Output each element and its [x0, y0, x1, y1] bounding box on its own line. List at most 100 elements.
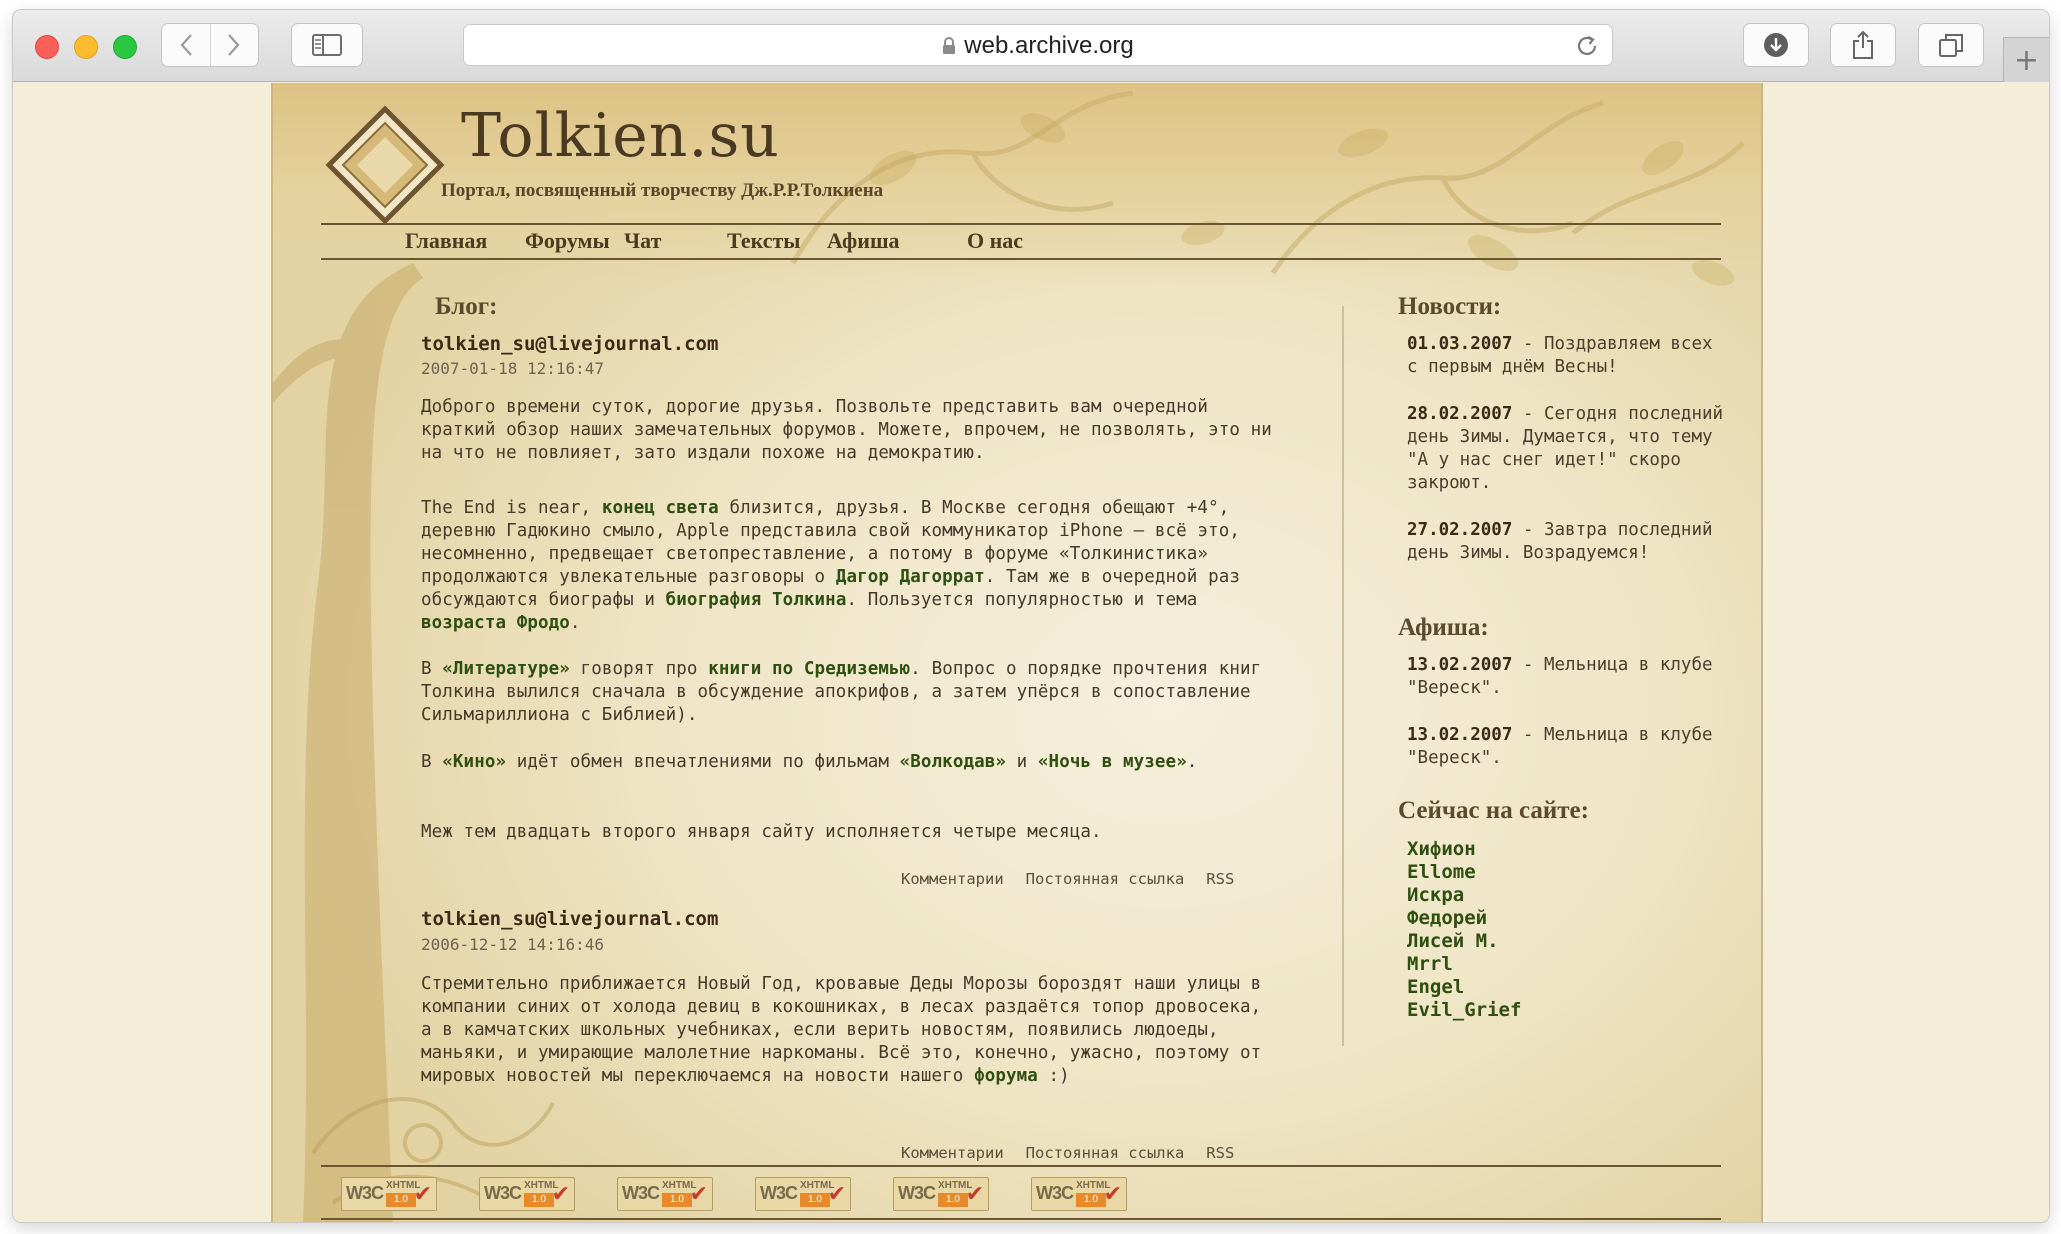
afisha-item: 13.02.2007 - Мельница в клубе "Вереск".: [1407, 655, 1713, 698]
post-1-paragraph-1: Доброго времени суток, дорогие друзья. П…: [421, 397, 1272, 463]
address-bar[interactable]: web.archive.org: [463, 24, 1613, 66]
post-1-paragraph-2: The End is near, конец света близится, д…: [421, 498, 1240, 633]
page-viewport: Tolkien.su Портал, посвященный творчеств…: [13, 83, 2049, 1222]
link-literature-forum[interactable]: «Литературе»: [442, 659, 570, 679]
version-label: 1.0: [800, 1193, 830, 1207]
browser-toolbar: web.archive.org +: [13, 10, 2049, 82]
w3c-xhtml-badge[interactable]: W3C XHTML 1.0 ✔: [341, 1177, 437, 1211]
download-icon: [1764, 33, 1788, 57]
chevron-left-icon: [180, 34, 192, 56]
checkmark-icon: ✔: [413, 1182, 432, 1207]
link-tolkien-biography[interactable]: биография Толкина: [666, 590, 847, 610]
online-user[interactable]: Федорей: [1407, 907, 1521, 930]
online-user[interactable]: Искра: [1407, 884, 1521, 907]
online-users-list: Хифион Ellome Искра Федорей Лисей М. Mrr…: [1407, 838, 1521, 1022]
sidebar-toggle-button[interactable]: [291, 23, 363, 67]
afisha-item: 13.02.2007 - Мельница в клубе "Вереск".: [1407, 725, 1713, 768]
link-dagor-dagorath[interactable]: Дагор Дагоррат: [836, 567, 985, 587]
share-icon: [1853, 30, 1873, 59]
back-button[interactable]: [162, 24, 210, 66]
w3c-xhtml-badge[interactable]: W3C XHTML 1.0 ✔: [1031, 1177, 1127, 1211]
post-1-date: 2007-01-18 12:16:47: [421, 359, 605, 378]
version-label: 1.0: [938, 1193, 968, 1207]
nav-divider-top: [321, 223, 1721, 225]
footer-divider-top: [321, 1165, 1721, 1167]
browser-window: web.archive.org + Tolkien.su Портал, пос…: [13, 10, 2049, 1222]
url-text: web.archive.org: [964, 32, 1134, 59]
post-2-comments-link[interactable]: Комментарии: [901, 1144, 1004, 1162]
downloads-button[interactable]: [1743, 23, 1809, 67]
online-user[interactable]: Engel: [1407, 976, 1521, 999]
link-end-of-world[interactable]: конец света: [602, 498, 719, 518]
zoom-window-button[interactable]: [113, 35, 137, 59]
post-2-paragraph-1: Стремительно приближается Новый Год, кро…: [421, 974, 1262, 1086]
online-user[interactable]: Хифион: [1407, 838, 1521, 861]
nav-item-about[interactable]: О нас: [967, 228, 1023, 254]
nav-item-chat[interactable]: Чат: [624, 228, 661, 254]
site-subtitle: Портал, посвященный творчеству Дж.Р.Р.То…: [441, 180, 884, 201]
version-label: 1.0: [1076, 1193, 1106, 1207]
w3c-logo-text: W3C: [484, 1183, 522, 1203]
online-user[interactable]: Ellome: [1407, 861, 1521, 884]
post-2-permalink[interactable]: Постоянная ссылка: [1026, 1144, 1185, 1162]
post-2-date: 2006-12-12 14:16:46: [421, 935, 605, 954]
news-heading: Новости:: [1398, 293, 1502, 320]
w3c-logo-text: W3C: [622, 1183, 660, 1203]
link-frodo-age[interactable]: возраста Фродо: [421, 613, 570, 633]
address-content: web.archive.org: [464, 25, 1612, 67]
online-user[interactable]: Evil_Grief: [1407, 999, 1521, 1022]
post-1-paragraph-4: В «Кино» идёт обмен впечатлениями по фил…: [421, 752, 1198, 772]
plus-icon: +: [2013, 42, 2040, 78]
post-1-permalink[interactable]: Постоянная ссылка: [1026, 870, 1185, 888]
post-1-paragraph-3: В «Литературе» говорят про книги по Сред…: [421, 659, 1262, 725]
tabs-overview-button[interactable]: [1918, 23, 1984, 67]
link-night-at-museum[interactable]: «Ночь в музее»: [1038, 752, 1187, 772]
nav-item-home[interactable]: Главная: [405, 228, 487, 254]
nav-item-afisha[interactable]: Афиша: [827, 228, 900, 254]
checkmark-icon: ✔: [551, 1182, 570, 1207]
link-volkodav[interactable]: «Волкодав»: [900, 752, 1006, 772]
post-1-rss-link[interactable]: RSS: [1206, 870, 1234, 888]
news-item: 27.02.2007 - Завтра последний день Зимы.…: [1407, 520, 1713, 563]
nav-item-texts[interactable]: Тексты: [727, 228, 800, 254]
minimize-window-button[interactable]: [74, 35, 98, 59]
online-heading: Сейчас на сайте:: [1398, 797, 1589, 824]
site-logo-icon: [325, 105, 445, 225]
footer-divider-bottom: [321, 1218, 1721, 1220]
new-tab-button[interactable]: +: [2003, 37, 2049, 82]
w3c-xhtml-badge[interactable]: W3C XHTML 1.0 ✔: [479, 1177, 575, 1211]
w3c-logo-text: W3C: [760, 1183, 798, 1203]
post-1-meta: Комментарии Постоянная ссылка RSS: [901, 870, 1301, 888]
link-middle-earth-books[interactable]: книги по Средиземью: [708, 659, 910, 679]
w3c-xhtml-badge[interactable]: W3C XHTML 1.0 ✔: [755, 1177, 851, 1211]
post-1-author[interactable]: tolkien_su@livejournal.com: [421, 333, 718, 355]
share-button[interactable]: [1830, 23, 1896, 67]
online-user[interactable]: Mrrl: [1407, 953, 1521, 976]
post-1-comments-link[interactable]: Комментарии: [901, 870, 1004, 888]
w3c-xhtml-badge[interactable]: W3C XHTML 1.0 ✔: [617, 1177, 713, 1211]
version-label: 1.0: [662, 1193, 692, 1207]
post-2-meta: Комментарии Постоянная ссылка RSS: [901, 1144, 1301, 1162]
post-2-author[interactable]: tolkien_su@livejournal.com: [421, 908, 718, 930]
version-label: 1.0: [386, 1193, 416, 1207]
checkmark-icon: ✔: [1103, 1182, 1122, 1207]
forward-button[interactable]: [209, 24, 258, 66]
reload-button[interactable]: [1574, 33, 1600, 63]
blog-heading: Блог:: [435, 293, 498, 320]
nav-divider-bottom: [321, 258, 1721, 260]
column-divider: [1342, 306, 1344, 1046]
w3c-logo-text: W3C: [346, 1183, 384, 1203]
sidebar-icon: [312, 34, 342, 56]
site-title: Tolkien.su: [461, 101, 780, 171]
chevron-right-icon: [228, 34, 240, 56]
checkmark-icon: ✔: [827, 1182, 846, 1207]
version-label: 1.0: [524, 1193, 554, 1207]
w3c-xhtml-badge[interactable]: W3C XHTML 1.0 ✔: [893, 1177, 989, 1211]
post-2-rss-link[interactable]: RSS: [1206, 1144, 1234, 1162]
link-forum[interactable]: форума: [974, 1066, 1038, 1086]
tabs-icon: [1939, 34, 1963, 57]
online-user[interactable]: Лисей М.: [1407, 930, 1521, 953]
link-cinema-forum[interactable]: «Кино»: [442, 752, 506, 772]
close-window-button[interactable]: [35, 35, 59, 59]
nav-item-forums[interactable]: Форумы: [525, 228, 610, 254]
